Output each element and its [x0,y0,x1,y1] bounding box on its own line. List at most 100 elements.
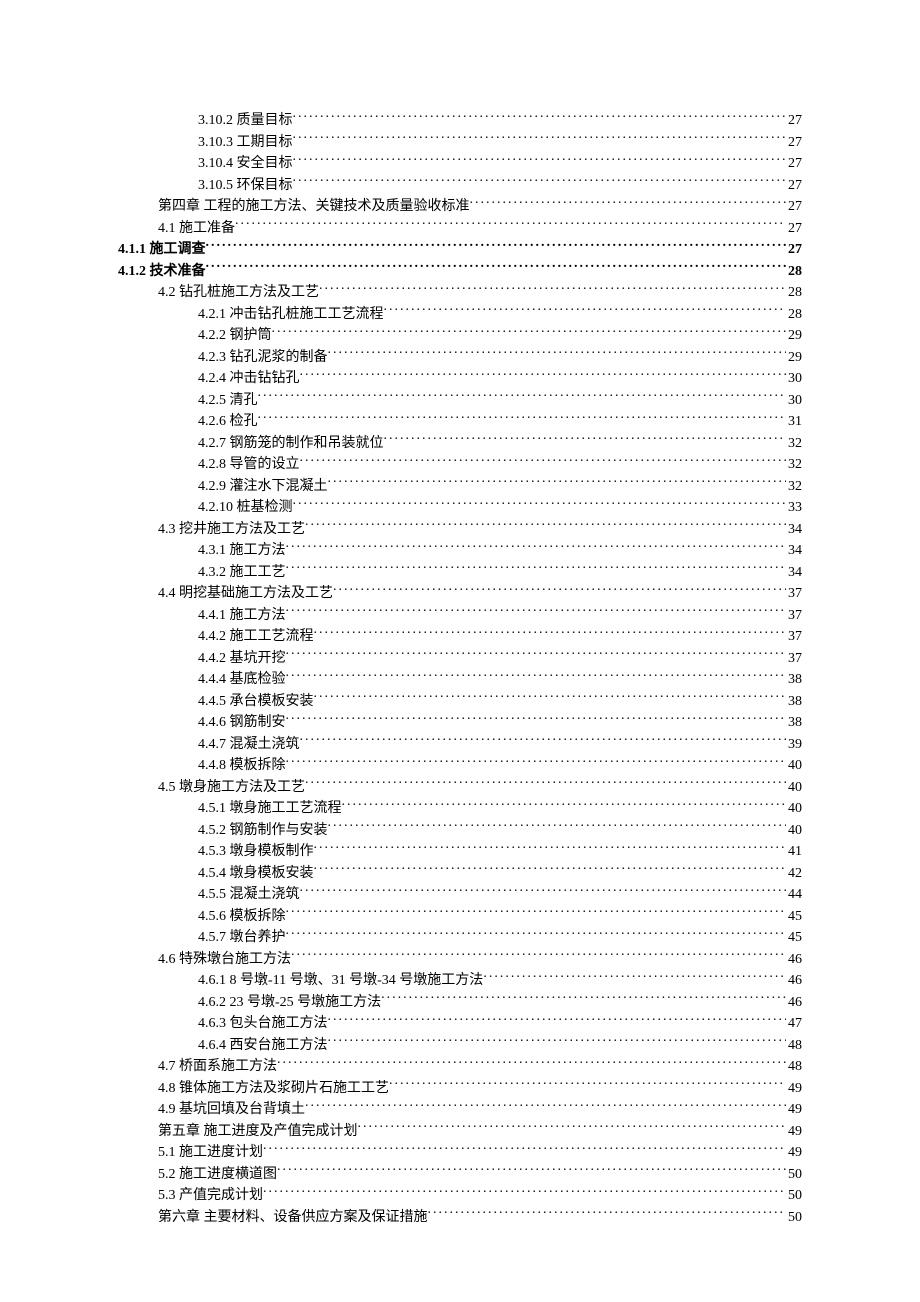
toc-entry[interactable]: 4.5.2 钢筋制作与安装 40 [118,820,802,842]
toc-entry[interactable]: 4.5.6 模板拆除 45 [118,906,802,928]
toc-entry[interactable]: 4.2.4 冲击钻钻孔30 [118,368,802,390]
toc-entry[interactable]: 4.4.4 基底检验38 [118,669,802,691]
toc-entry-label: 第五章 施工进度及产值完成计划 [158,1122,358,1143]
toc-entry-page: 45 [786,907,802,928]
toc-leader-dots [305,519,786,533]
toc-entry-label: 4.6 特殊墩台施工方法 [158,950,291,971]
toc-entry[interactable]: 4.1 施工准备 27 [118,218,802,240]
toc-entry[interactable]: 3.10.4 安全目标27 [118,153,802,175]
toc-entry[interactable]: 4.4.7 混凝土浇筑39 [118,734,802,756]
toc-entry[interactable]: 4.4.5 承台模板安装38 [118,691,802,713]
toc-entry[interactable]: 4.5.4 墩身模板安装42 [118,863,802,885]
toc-entry-label: 4.1.2 技术准备 [118,262,206,283]
toc-entry[interactable]: 4.4.1 施工方法37 [118,605,802,627]
toc-entry[interactable]: 4.3.2 施工工艺34 [118,562,802,584]
toc-entry[interactable]: 4.6.4 西安台施工方法48 [118,1035,802,1057]
toc-leader-dots [300,368,787,382]
toc-entry-label: 4.3 挖井施工方法及工艺 [158,520,305,541]
toc-entry[interactable]: 3.10.2 质量目标 27 [118,110,802,132]
toc-entry-page: 37 [786,649,802,670]
toc-entry-page: 34 [786,541,802,562]
toc-entry-page: 27 [786,219,802,240]
toc-entry[interactable]: 4.2.6 检孔31 [118,411,802,433]
toc-entry-page: 27 [786,176,802,197]
toc-entry[interactable]: 4.6.2 23 号墩-25 号墩施工方法46 [118,992,802,1014]
toc-entry-page: 46 [786,950,802,971]
toc-entry-label: 4.5.2 钢筋制作与安装 [198,821,328,842]
toc-entry-label: 4.1 施工准备 [158,219,235,240]
toc-entry[interactable]: 4.6.1 8 号墩-11 号墩、31 号墩-34 号墩施工方法46 [118,970,802,992]
toc-entry[interactable]: 4.2.2 钢护筒 29 [118,325,802,347]
toc-entry[interactable]: 4.2.1 冲击钻孔桩施工工艺流程28 [118,304,802,326]
toc-entry[interactable]: 4.8 锥体施工方法及浆砌片石施工工艺49 [118,1078,802,1100]
toc-entry[interactable]: 4.6.3 包头台施工方法47 [118,1013,802,1035]
toc-entry[interactable]: 4.2.10 桩基检测33 [118,497,802,519]
toc-entry-label: 3.10.2 质量目标 [198,111,293,132]
toc-entry[interactable]: 第四章 工程的施工方法、关键技术及质量验收标准27 [118,196,802,218]
toc-leader-dots [470,196,787,210]
toc-entry-page: 27 [786,133,802,154]
toc-entry-page: 49 [786,1122,802,1143]
toc-leader-dots [293,497,787,511]
toc-entry[interactable]: 第五章 施工进度及产值完成计划 49 [118,1121,802,1143]
toc-entry[interactable]: 第六章 主要材料、设备供应方案及保证措施50 [118,1207,802,1229]
toc-entry-page: 37 [786,627,802,648]
toc-entry-label: 4.4.2 基坑开挖 [198,649,286,670]
toc-entry-page: 48 [786,1036,802,1057]
toc-entry[interactable]: 4.2.9 灌注水下混凝土32 [118,476,802,498]
toc-entry[interactable]: 4.4.2 基坑开挖 37 [118,648,802,670]
toc-entry-page: 27 [786,111,802,132]
toc-entry[interactable]: 4.5 墩身施工方法及工艺40 [118,777,802,799]
toc-entry-page: 39 [786,735,802,756]
toc-entry[interactable]: 4.5.5 混凝土浇筑44 [118,884,802,906]
toc-entry[interactable]: 5.3 产值完成计划50 [118,1185,802,1207]
toc-entry[interactable]: 3.10.3 工期目标27 [118,132,802,154]
toc-entry-page: 44 [786,885,802,906]
toc-leader-dots [235,218,786,232]
toc-entry-label: 4.2.2 钢护筒 [198,326,272,347]
toc-entry-page: 50 [786,1208,802,1229]
toc-leader-dots [300,884,787,898]
toc-leader-dots [389,1078,786,1092]
toc-entry-page: 29 [786,326,802,347]
toc-leader-dots [328,476,787,490]
toc-leader-dots [328,347,787,361]
toc-entry-label: 4.4.8 模板拆除 [198,756,286,777]
toc-entry-label: 4.5.6 模板拆除 [198,907,286,928]
toc-entry-page: 34 [786,563,802,584]
toc-entry[interactable]: 4.2.7 钢筋笼的制作和吊装就位32 [118,433,802,455]
toc-entry[interactable]: 4.2 钻孔桩施工方法及工艺28 [118,282,802,304]
toc-entry[interactable]: 4.7 桥面系施工方法48 [118,1056,802,1078]
toc-entry-page: 32 [786,434,802,455]
toc-leader-dots [206,261,787,275]
toc-entry[interactable]: 4.2.3 钻孔泥浆的制备29 [118,347,802,369]
toc-entry-label: 4.6.1 8 号墩-11 号墩、31 号墩-34 号墩施工方法 [198,971,483,992]
toc-entry[interactable]: 4.9 基坑回填及台背填土49 [118,1099,802,1121]
toc-entry-label: 4.5 墩身施工方法及工艺 [158,778,305,799]
toc-entry[interactable]: 4.6 特殊墩台施工方法 46 [118,949,802,971]
toc-entry[interactable]: 5.2 施工进度横道图50 [118,1164,802,1186]
toc-entry[interactable]: 4.4 明挖基础施工方法及工艺37 [118,583,802,605]
toc-entry[interactable]: 3.10.5 环保目标27 [118,175,802,197]
toc-entry[interactable]: 4.1.1 施工调查27 [118,239,802,261]
toc-entry[interactable]: 4.4.2 施工工艺流程37 [118,626,802,648]
toc-entry[interactable]: 4.2.8 导管的设立32 [118,454,802,476]
toc-entry-page: 41 [786,842,802,863]
toc-entry[interactable]: 4.3.1 施工方法34 [118,540,802,562]
toc-entry[interactable]: 5.1 施工进度计划49 [118,1142,802,1164]
toc-entry[interactable]: 4.2.5 清孔30 [118,390,802,412]
toc-leader-dots [286,562,787,576]
toc-entry[interactable]: 4.5.3 墩身模板制作41 [118,841,802,863]
toc-entry-label: 4.4.4 基底检验 [198,670,286,691]
toc-entry-page: 28 [786,283,802,304]
toc-entry[interactable]: 4.3 挖井施工方法及工艺34 [118,519,802,541]
toc-entry-page: 40 [786,799,802,820]
toc-entry-page: 40 [786,821,802,842]
toc-entry[interactable]: 4.4.8 模板拆除40 [118,755,802,777]
toc-entry-label: 3.10.4 安全目标 [198,154,293,175]
toc-entry[interactable]: 4.5.1 墩身施工工艺流程40 [118,798,802,820]
toc-entry[interactable]: 4.5.7 墩台养护45 [118,927,802,949]
toc-entry[interactable]: 4.1.2 技术准备28 [118,261,802,283]
toc-leader-dots [328,1035,787,1049]
toc-entry[interactable]: 4.4.6 钢筋制安38 [118,712,802,734]
